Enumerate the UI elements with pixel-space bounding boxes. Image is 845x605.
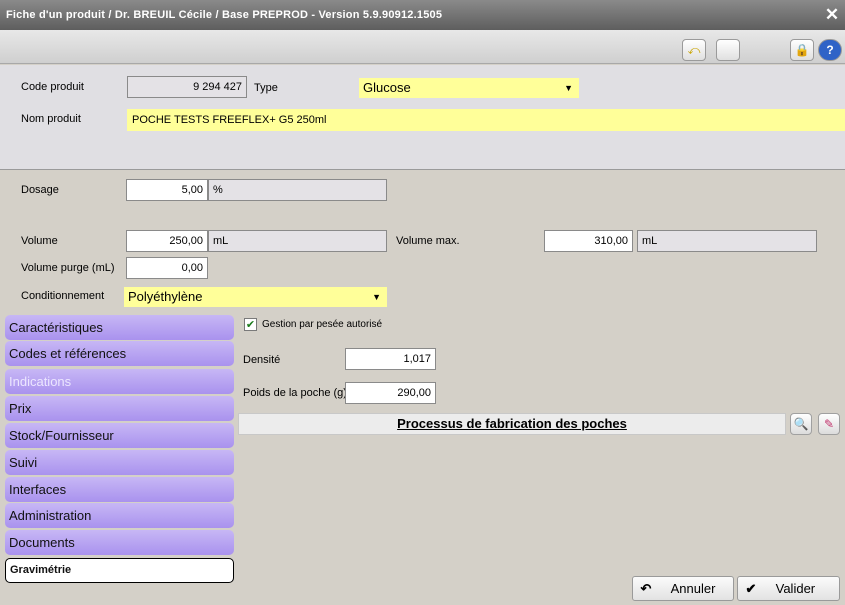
purge-label: Volume purge (mL) [21,262,115,274]
name-field[interactable]: POCHE TESTS FREEFLEX+ G5 250ml [127,109,845,131]
volume-field[interactable]: 250,00 [126,230,208,252]
cond-select[interactable]: Polyéthylène ▼ [124,287,387,307]
back-icon: ⤺ [687,43,701,57]
nav-prix[interactable]: Prix [5,396,234,421]
back-button[interactable]: ⤺ [682,39,706,61]
dosage-field[interactable]: 5,00 [126,179,208,201]
help-icon: ? [826,43,834,57]
validate-button[interactable]: ✔ Valider [737,576,840,601]
close-icon[interactable]: ✕ [823,6,841,24]
chevron-down-icon: ▼ [372,292,381,302]
window-title: Fiche d'un produit / Dr. BREUIL Cécile /… [6,9,443,21]
section-title-processus: Processus de fabrication des poches [238,413,786,435]
cond-label: Conditionnement [21,290,105,302]
undo-icon: ↶ [640,581,652,596]
dosage-label: Dosage [21,184,59,196]
densite-label: Densité [243,354,281,366]
cancel-button[interactable]: ↶ Annuler [632,576,734,601]
cond-value: Polyéthylène [128,289,203,304]
gestion-pesee-label: Gestion par pesée autorisé [262,319,383,330]
edit-icon: ✎ [823,417,835,431]
nav-suivi[interactable]: Suivi [5,450,234,475]
validate-label: Valider [775,581,816,596]
nav-caracteristiques[interactable]: Caractéristiques [5,315,234,340]
help-button[interactable]: ? [818,39,842,61]
window-title-bar: Fiche d'un produit / Dr. BREUIL Cécile /… [0,0,845,30]
zoom-button[interactable]: 🔍 [790,413,812,435]
check-icon: ✔ [245,319,256,331]
type-select[interactable]: Glucose ▼ [359,78,579,98]
poids-field[interactable]: 290,00 [345,382,436,404]
nav-documents[interactable]: Documents [5,530,234,555]
volume-unit: mL [208,230,387,252]
chevron-down-icon: ▼ [564,83,573,93]
cancel-label: Annuler [670,581,716,596]
volume-max-field[interactable]: 310,00 [544,230,633,252]
nav-stock-fournisseur[interactable]: Stock/Fournisseur [5,423,234,448]
nav-gravimetrie[interactable]: Gravimétrie [5,558,234,583]
volume-label: Volume [21,235,58,247]
nav-administration[interactable]: Administration [5,503,234,528]
densite-field[interactable]: 1,017 [345,348,436,370]
nav-interfaces[interactable]: Interfaces [5,477,234,502]
volume-max-unit: mL [637,230,817,252]
lock-icon: 🔒 [794,43,810,57]
dosage-unit: % [208,179,387,201]
type-label: Type [254,82,278,94]
name-label: Nom produit [21,113,81,125]
nav-indications[interactable]: Indications [5,369,234,394]
code-field: 9 294 427 [127,76,247,98]
poids-label: Poids de la poche (g) [243,387,347,399]
gestion-pesee-checkbox[interactable]: ✔ [244,318,257,331]
type-value: Glucose [363,80,411,95]
lock-button[interactable]: 🔒 [790,39,814,61]
edit-button[interactable]: ✎ [818,413,840,435]
blank-button[interactable] [716,39,740,61]
nav-codes-references[interactable]: Codes et références [5,341,234,366]
volume-max-label: Volume max. [396,235,460,247]
zoom-icon: 🔍 [793,417,809,431]
purge-field[interactable]: 0,00 [126,257,208,279]
code-label: Code produit [21,81,84,93]
check-icon: ✔ [745,581,757,596]
